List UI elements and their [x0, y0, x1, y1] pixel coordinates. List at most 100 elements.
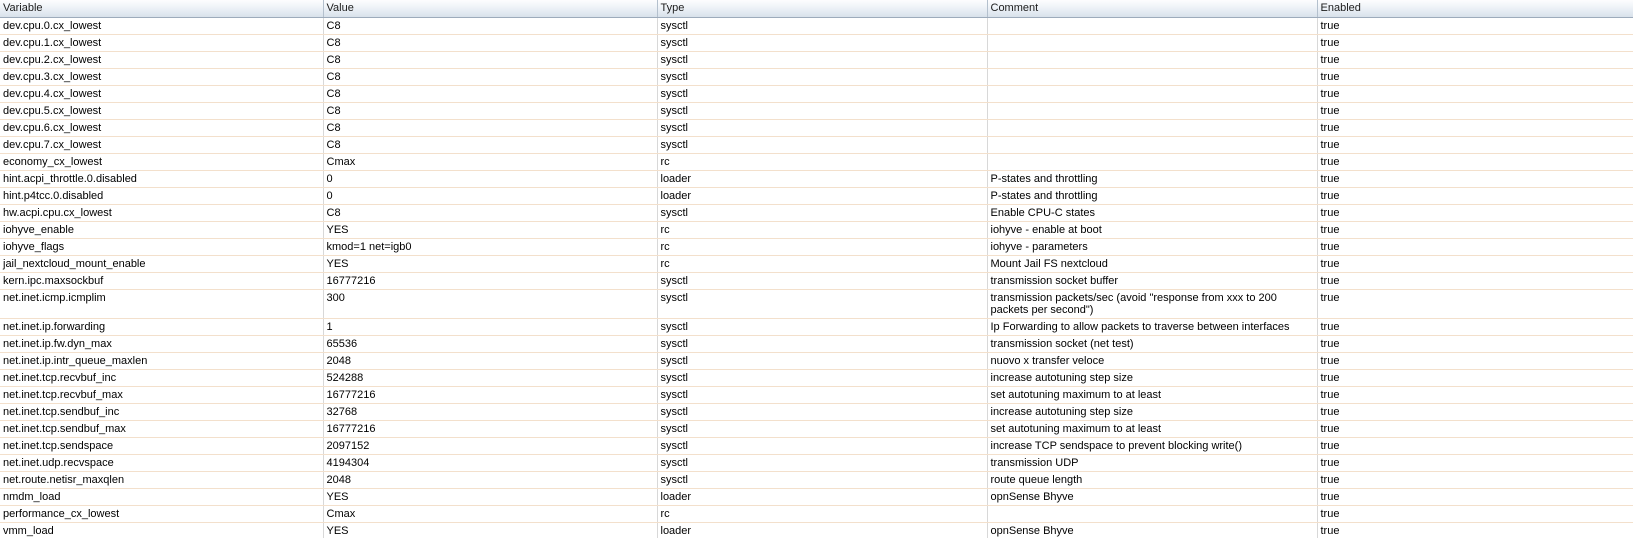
cell-value: 0	[323, 187, 658, 205]
table-row[interactable]: net.inet.tcp.recvbuf_max 16777216 sysctl se…	[0, 386, 1633, 404]
table-row[interactable]: vmm_load YES loader opnSense Bhyve true	[0, 522, 1633, 538]
cell-comment: set autotuning maximum to at least	[987, 386, 1318, 404]
table-row[interactable]: dev.cpu.1.cx_lowest C8 sysctl true	[0, 34, 1633, 52]
cell-comment: iohyve - enable at boot	[987, 221, 1318, 239]
table-row[interactable]: net.inet.tcp.sendspace 2097152 sysctl incre…	[0, 437, 1633, 455]
table-row[interactable]: performance_cx_lowest Cmax rc true	[0, 505, 1633, 523]
cell-comment: opnSense Bhyve	[987, 488, 1318, 506]
column-header-type[interactable]: Type	[657, 0, 988, 18]
table-row[interactable]: dev.cpu.3.cx_lowest C8 sysctl true	[0, 68, 1633, 86]
cell-value: C8	[323, 102, 658, 120]
table-row[interactable]: net.inet.ip.intr_queue_maxlen 2048 sysctl n…	[0, 352, 1633, 370]
cell-value: YES	[323, 221, 658, 239]
table-row[interactable]: dev.cpu.2.cx_lowest C8 sysctl true	[0, 51, 1633, 69]
header-row: Variable Value Type Comment Enabled	[0, 0, 1633, 18]
table-row[interactable]: jail_nextcloud_mount_enable YES rc Mount Ja…	[0, 255, 1633, 273]
cell-value: 524288	[323, 369, 658, 387]
cell-value: 16777216	[323, 420, 658, 438]
cell-type: loader	[657, 522, 988, 538]
cell-enabled: true	[1317, 369, 1633, 387]
table-row[interactable]: dev.cpu.4.cx_lowest C8 sysctl true	[0, 85, 1633, 103]
cell-variable: dev.cpu.3.cx_lowest	[0, 68, 324, 86]
cell-comment: iohyve - parameters	[987, 238, 1318, 256]
table-row[interactable]: hint.p4tcc.0.disabled 0 loader P-states and…	[0, 187, 1633, 205]
cell-enabled: true	[1317, 352, 1633, 370]
cell-comment: transmission socket buffer	[987, 272, 1318, 290]
table-row[interactable]: kern.ipc.maxsockbuf 16777216 sysctl transmi…	[0, 272, 1633, 290]
cell-variable: dev.cpu.6.cx_lowest	[0, 119, 324, 137]
table-row[interactable]: net.inet.tcp.sendbuf_inc 32768 sysctl incre…	[0, 403, 1633, 421]
cell-variable: net.route.netisr_maxqlen	[0, 471, 324, 489]
tunables-grid-viewport: Variable Value Type Comment Enabled dev.cpu.…	[0, 0, 1633, 538]
cell-type: sysctl	[657, 437, 988, 455]
cell-type: sysctl	[657, 386, 988, 404]
cell-type: sysctl	[657, 17, 988, 35]
cell-variable: nmdm_load	[0, 488, 324, 506]
cell-comment: nuovo x transfer veloce	[987, 352, 1318, 370]
cell-comment	[987, 119, 1318, 137]
table-row[interactable]: iohyve_flags kmod=1 net=igb0 rc iohyve - pa…	[0, 238, 1633, 256]
cell-enabled: true	[1317, 238, 1633, 256]
cell-variable: performance_cx_lowest	[0, 505, 324, 523]
cell-type: sysctl	[657, 119, 988, 137]
table-row[interactable]: iohyve_enable YES rc iohyve - enable at boo…	[0, 221, 1633, 239]
table-row[interactable]: net.inet.tcp.recvbuf_inc 524288 sysctl incr…	[0, 369, 1633, 387]
cell-enabled: true	[1317, 170, 1633, 188]
table-row[interactable]: dev.cpu.6.cx_lowest C8 sysctl true	[0, 119, 1633, 137]
cell-type: sysctl	[657, 34, 988, 52]
table-row[interactable]: net.inet.ip.fw.dyn_max 65536 sysctl transmi…	[0, 335, 1633, 353]
cell-enabled: true	[1317, 437, 1633, 455]
table-row[interactable]: net.inet.udp.recvspace 4194304 sysctl trans…	[0, 454, 1633, 472]
table-row[interactable]: net.inet.ip.forwarding 1 sysctl Ip Forwardi…	[0, 318, 1633, 336]
cell-type: sysctl	[657, 85, 988, 103]
cell-variable: economy_cx_lowest	[0, 153, 324, 171]
cell-variable: net.inet.udp.recvspace	[0, 454, 324, 472]
cell-enabled: true	[1317, 187, 1633, 205]
table-row[interactable]: net.route.netisr_maxqlen 2048 sysctl route …	[0, 471, 1633, 489]
table-row[interactable]: hint.acpi_throttle.0.disabled 0 loader P-st…	[0, 170, 1633, 188]
cell-value: 2097152	[323, 437, 658, 455]
cell-type: rc	[657, 153, 988, 171]
cell-variable: dev.cpu.2.cx_lowest	[0, 51, 324, 69]
cell-value: C8	[323, 136, 658, 154]
cell-value: 4194304	[323, 454, 658, 472]
cell-type: rc	[657, 221, 988, 239]
cell-variable: net.inet.ip.fw.dyn_max	[0, 335, 324, 353]
cell-variable: net.inet.tcp.sendbuf_inc	[0, 403, 324, 421]
table-row[interactable]: nmdm_load YES loader opnSense Bhyve true	[0, 488, 1633, 506]
cell-enabled: true	[1317, 488, 1633, 506]
cell-comment: Enable CPU-C states	[987, 204, 1318, 222]
cell-comment: opnSense Bhyve	[987, 522, 1318, 538]
cell-type: sysctl	[657, 272, 988, 290]
cell-comment: transmission socket (net test)	[987, 335, 1318, 353]
cell-enabled: true	[1317, 153, 1633, 171]
cell-enabled: true	[1317, 34, 1633, 52]
cell-type: rc	[657, 505, 988, 523]
table-row[interactable]: economy_cx_lowest Cmax rc true	[0, 153, 1633, 171]
column-header-enabled[interactable]: Enabled	[1317, 0, 1633, 18]
cell-comment	[987, 153, 1318, 171]
cell-comment: P-states and throttling	[987, 170, 1318, 188]
cell-value: 2048	[323, 471, 658, 489]
cell-value: kmod=1 net=igb0	[323, 238, 658, 256]
table-row[interactable]: dev.cpu.5.cx_lowest C8 sysctl true	[0, 102, 1633, 120]
table-row[interactable]: dev.cpu.0.cx_lowest C8 sysctl true	[0, 17, 1633, 35]
cell-type: sysctl	[657, 420, 988, 438]
cell-variable: kern.ipc.maxsockbuf	[0, 272, 324, 290]
table-row[interactable]: net.inet.icmp.icmplim 300 sysctl transmissi…	[0, 289, 1633, 319]
column-header-variable[interactable]: Variable	[0, 0, 324, 18]
cell-enabled: true	[1317, 17, 1633, 35]
column-header-comment[interactable]: Comment	[987, 0, 1318, 18]
column-header-value[interactable]: Value	[323, 0, 658, 18]
table-row[interactable]: hw.acpi.cpu.cx_lowest C8 sysctl Enable CPU-…	[0, 204, 1633, 222]
cell-enabled: true	[1317, 420, 1633, 438]
cell-value: YES	[323, 488, 658, 506]
cell-comment	[987, 68, 1318, 86]
cell-value: 0	[323, 170, 658, 188]
table-row[interactable]: net.inet.tcp.sendbuf_max 16777216 sysctl se…	[0, 420, 1633, 438]
table-row[interactable]: dev.cpu.7.cx_lowest C8 sysctl true	[0, 136, 1633, 154]
cell-comment: transmission UDP	[987, 454, 1318, 472]
cell-type: sysctl	[657, 289, 988, 319]
cell-enabled: true	[1317, 272, 1633, 290]
cell-variable: hint.acpi_throttle.0.disabled	[0, 170, 324, 188]
